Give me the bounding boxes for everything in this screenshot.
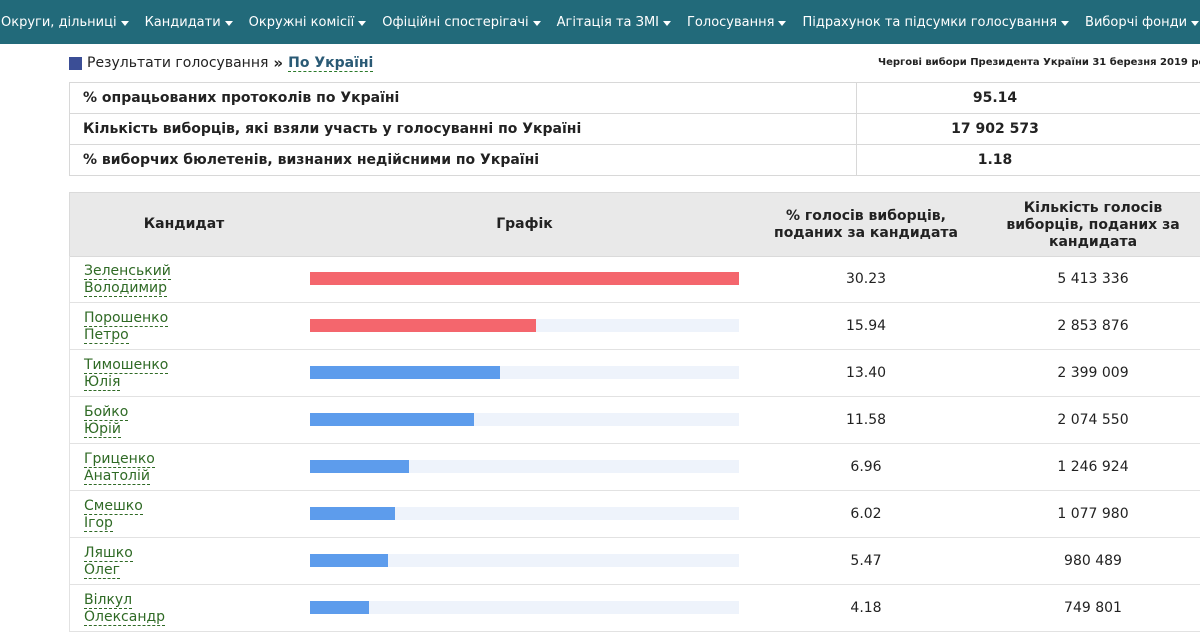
table-row: ЛяшкоОлег 5.47 980 489 <box>69 538 1200 585</box>
bar-fill <box>310 413 474 426</box>
bar-track <box>310 460 739 473</box>
results-table-body: ЗеленськийВолодимир 30.23 5 413 336 Поро… <box>69 256 1200 632</box>
bar-track <box>310 319 739 332</box>
bar-fill <box>310 460 409 473</box>
bar-track <box>310 554 739 567</box>
summary-row: % виборчих бюлетенів, визнаних недійсним… <box>70 145 1200 176</box>
bar-fill <box>310 554 388 567</box>
candidate-link[interactable]: СмешкоІгор <box>84 498 143 532</box>
bar-fill <box>310 507 395 520</box>
bar-fill <box>310 601 369 614</box>
candidate-link[interactable]: ТимошенкоЮлія <box>84 357 168 391</box>
top-nav: Округи, дільниці Кандидати Окружні коміс… <box>0 0 1200 44</box>
chevron-down-icon <box>225 21 233 26</box>
chevron-down-icon <box>778 21 786 26</box>
table-row: ТимошенкоЮлія 13.40 2 399 009 <box>69 350 1200 397</box>
nav-item-voting[interactable]: Голосування <box>679 0 794 44</box>
nav-item-observers[interactable]: Офіційні спостерігачі <box>374 0 548 44</box>
summary-row: Кількість виборців, які взяли участь у г… <box>70 114 1200 145</box>
bar-track <box>310 507 739 520</box>
bar-fill <box>310 319 536 332</box>
candidate-link[interactable]: ПорошенкоПетро <box>84 310 168 344</box>
header-candidate: Кандидат <box>70 216 298 233</box>
bar-fill <box>310 272 739 285</box>
chevron-down-icon <box>533 21 541 26</box>
chevron-down-icon <box>358 21 366 26</box>
nav-item-districts[interactable]: Округи, дільниці <box>0 0 137 44</box>
nav-item-funds[interactable]: Виборчі фонди <box>1077 0 1200 44</box>
table-row: СмешкоІгор 6.02 1 077 980 <box>69 491 1200 538</box>
chevron-down-icon <box>1061 21 1069 26</box>
table-row: ГриценкоАнатолій 6.96 1 246 924 <box>69 444 1200 491</box>
breadcrumb-root: Результати голосування <box>87 55 268 71</box>
summary-value: 95.14 <box>857 83 1200 114</box>
candidate-link[interactable]: ЛяшкоОлег <box>84 545 133 579</box>
nav-item-candidates[interactable]: Кандидати <box>137 0 241 44</box>
header-percent: % голосів виборців, поданих за кандидата <box>740 208 992 242</box>
bar-track <box>310 413 739 426</box>
summary-row: % опрацьованих протоколів по Україні 95.… <box>70 83 1200 114</box>
candidate-link[interactable]: ЗеленськийВолодимир <box>84 263 171 297</box>
breadcrumb: Результати голосування » По Україні <box>69 53 373 73</box>
table-row: ЗеленськийВолодимир 30.23 5 413 336 <box>69 256 1200 303</box>
bar-track <box>310 272 739 285</box>
nav-item-agitation[interactable]: Агітація та ЗМІ <box>549 0 679 44</box>
candidate-link[interactable]: ВілкулОлександр <box>84 592 165 626</box>
bar-track <box>310 601 739 614</box>
summary-label: % опрацьованих протоколів по Україні <box>70 83 857 114</box>
header-chart: Графік <box>310 216 739 233</box>
summary-value: 1.18 <box>857 145 1200 176</box>
summary-value: 17 902 573 <box>857 114 1200 145</box>
chevron-down-icon <box>121 21 129 26</box>
table-row: ВілкулОлександр 4.18 749 801 <box>69 585 1200 632</box>
results-table-header: Кандидат Графік % голосів виборців, пода… <box>69 192 1200 257</box>
breadcrumb-separator: » <box>273 54 283 72</box>
bar-fill <box>310 366 500 379</box>
summary-label: Кількість виборців, які взяли участь у г… <box>70 114 857 145</box>
chevron-down-icon <box>1191 21 1199 26</box>
nav-item-commissions[interactable]: Окружні комісії <box>241 0 375 44</box>
candidate-link[interactable]: ГриценкоАнатолій <box>84 451 155 485</box>
header-count: Кількість голосів виборців, поданих за к… <box>992 200 1194 251</box>
square-bullet-icon <box>69 57 82 70</box>
summary-table: % опрацьованих протоколів по Україні 95.… <box>69 82 1200 176</box>
nav-item-counting[interactable]: Підрахунок та підсумки голосування <box>794 0 1077 44</box>
chevron-down-icon <box>663 21 671 26</box>
table-row: БойкоЮрій 11.58 2 074 550 <box>69 397 1200 444</box>
election-title: Чергові вибори Президента України 31 бер… <box>878 57 1200 68</box>
candidate-link[interactable]: БойкоЮрій <box>84 404 128 438</box>
table-row: ПорошенкоПетро 15.94 2 853 876 <box>69 303 1200 350</box>
breadcrumb-current-link[interactable]: По Україні <box>288 55 373 72</box>
bar-track <box>310 366 739 379</box>
summary-label: % виборчих бюлетенів, визнаних недійсним… <box>70 145 857 176</box>
